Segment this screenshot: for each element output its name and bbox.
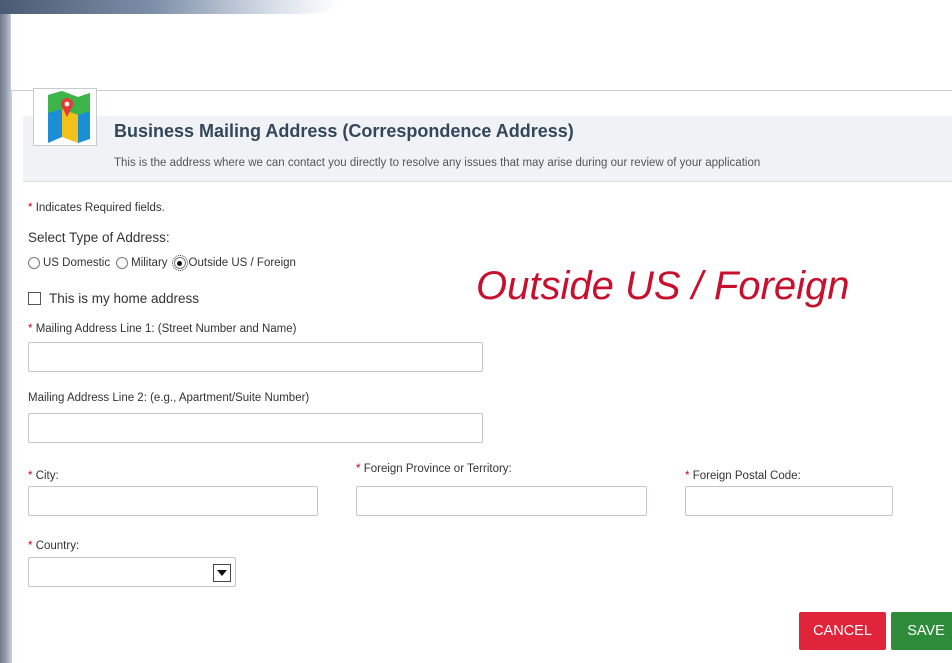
province-input[interactable]	[356, 486, 647, 516]
country-label-text: Country:	[35, 540, 80, 552]
mailing-line1-label-text: Mailing Address Line 1: (Street Number a…	[35, 323, 297, 335]
required-star: *	[685, 470, 690, 482]
radio-outside-us-foreign[interactable]: Outside US / Foreign	[171, 255, 296, 271]
radio-label: Military	[131, 257, 168, 269]
chevron-down-icon[interactable]	[213, 564, 231, 582]
address-type-radio-group: US Domestic Military Outside US / Foreig…	[28, 255, 302, 271]
required-star: *	[356, 463, 361, 475]
required-star: *	[28, 323, 33, 335]
section-subtitle: This is the address where we can contact…	[114, 157, 761, 169]
postal-code-input[interactable]	[685, 486, 893, 516]
province-label-text: Foreign Province or Territory:	[363, 463, 512, 475]
home-address-checkbox[interactable]	[28, 292, 41, 305]
radio-us-domestic[interactable]: US Domestic	[28, 257, 110, 269]
required-note-text: Indicates Required fields.	[35, 202, 165, 214]
mailing-line2-label: Mailing Address Line 2: (e.g., Apartment…	[28, 392, 310, 404]
save-button[interactable]: SAVE	[891, 612, 952, 650]
radio-button[interactable]	[28, 257, 40, 269]
home-address-label: This is my home address	[49, 291, 200, 306]
map-icon	[33, 88, 97, 146]
city-label-text: City:	[35, 470, 59, 482]
home-address-checkbox-row[interactable]: This is my home address	[28, 291, 199, 306]
postal-code-label: * Foreign Postal Code:	[685, 470, 801, 482]
country-label: * Country:	[28, 540, 79, 552]
required-star: *	[28, 202, 33, 214]
address-type-label: Select Type of Address:	[28, 230, 170, 245]
required-star: *	[28, 540, 33, 552]
mailing-line2-input[interactable]	[28, 413, 483, 443]
left-frame	[0, 14, 11, 663]
province-label: * Foreign Province or Territory:	[356, 463, 512, 475]
country-select[interactable]	[28, 557, 236, 587]
radio-military[interactable]: Military	[116, 257, 168, 269]
postal-code-label-text: Foreign Postal Code:	[692, 470, 801, 482]
annotation-overlay: Outside US / Foreign	[476, 264, 850, 308]
banner-swoosh	[0, 0, 340, 14]
top-banner	[0, 0, 952, 90]
section-title: Business Mailing Address (Correspondence…	[114, 121, 574, 141]
radio-label: Outside US / Foreign	[188, 257, 296, 269]
radio-button-selected[interactable]	[171, 255, 188, 271]
city-input[interactable]	[28, 486, 318, 516]
mailing-line1-label: * Mailing Address Line 1: (Street Number…	[28, 323, 296, 335]
city-label: * City:	[28, 470, 59, 482]
required-note: * Indicates Required fields.	[28, 202, 165, 214]
mailing-line1-input[interactable]	[28, 342, 483, 372]
required-star: *	[28, 470, 33, 482]
cancel-button[interactable]: CANCEL	[799, 612, 886, 650]
radio-label: US Domestic	[43, 257, 111, 269]
radio-button[interactable]	[116, 257, 129, 269]
